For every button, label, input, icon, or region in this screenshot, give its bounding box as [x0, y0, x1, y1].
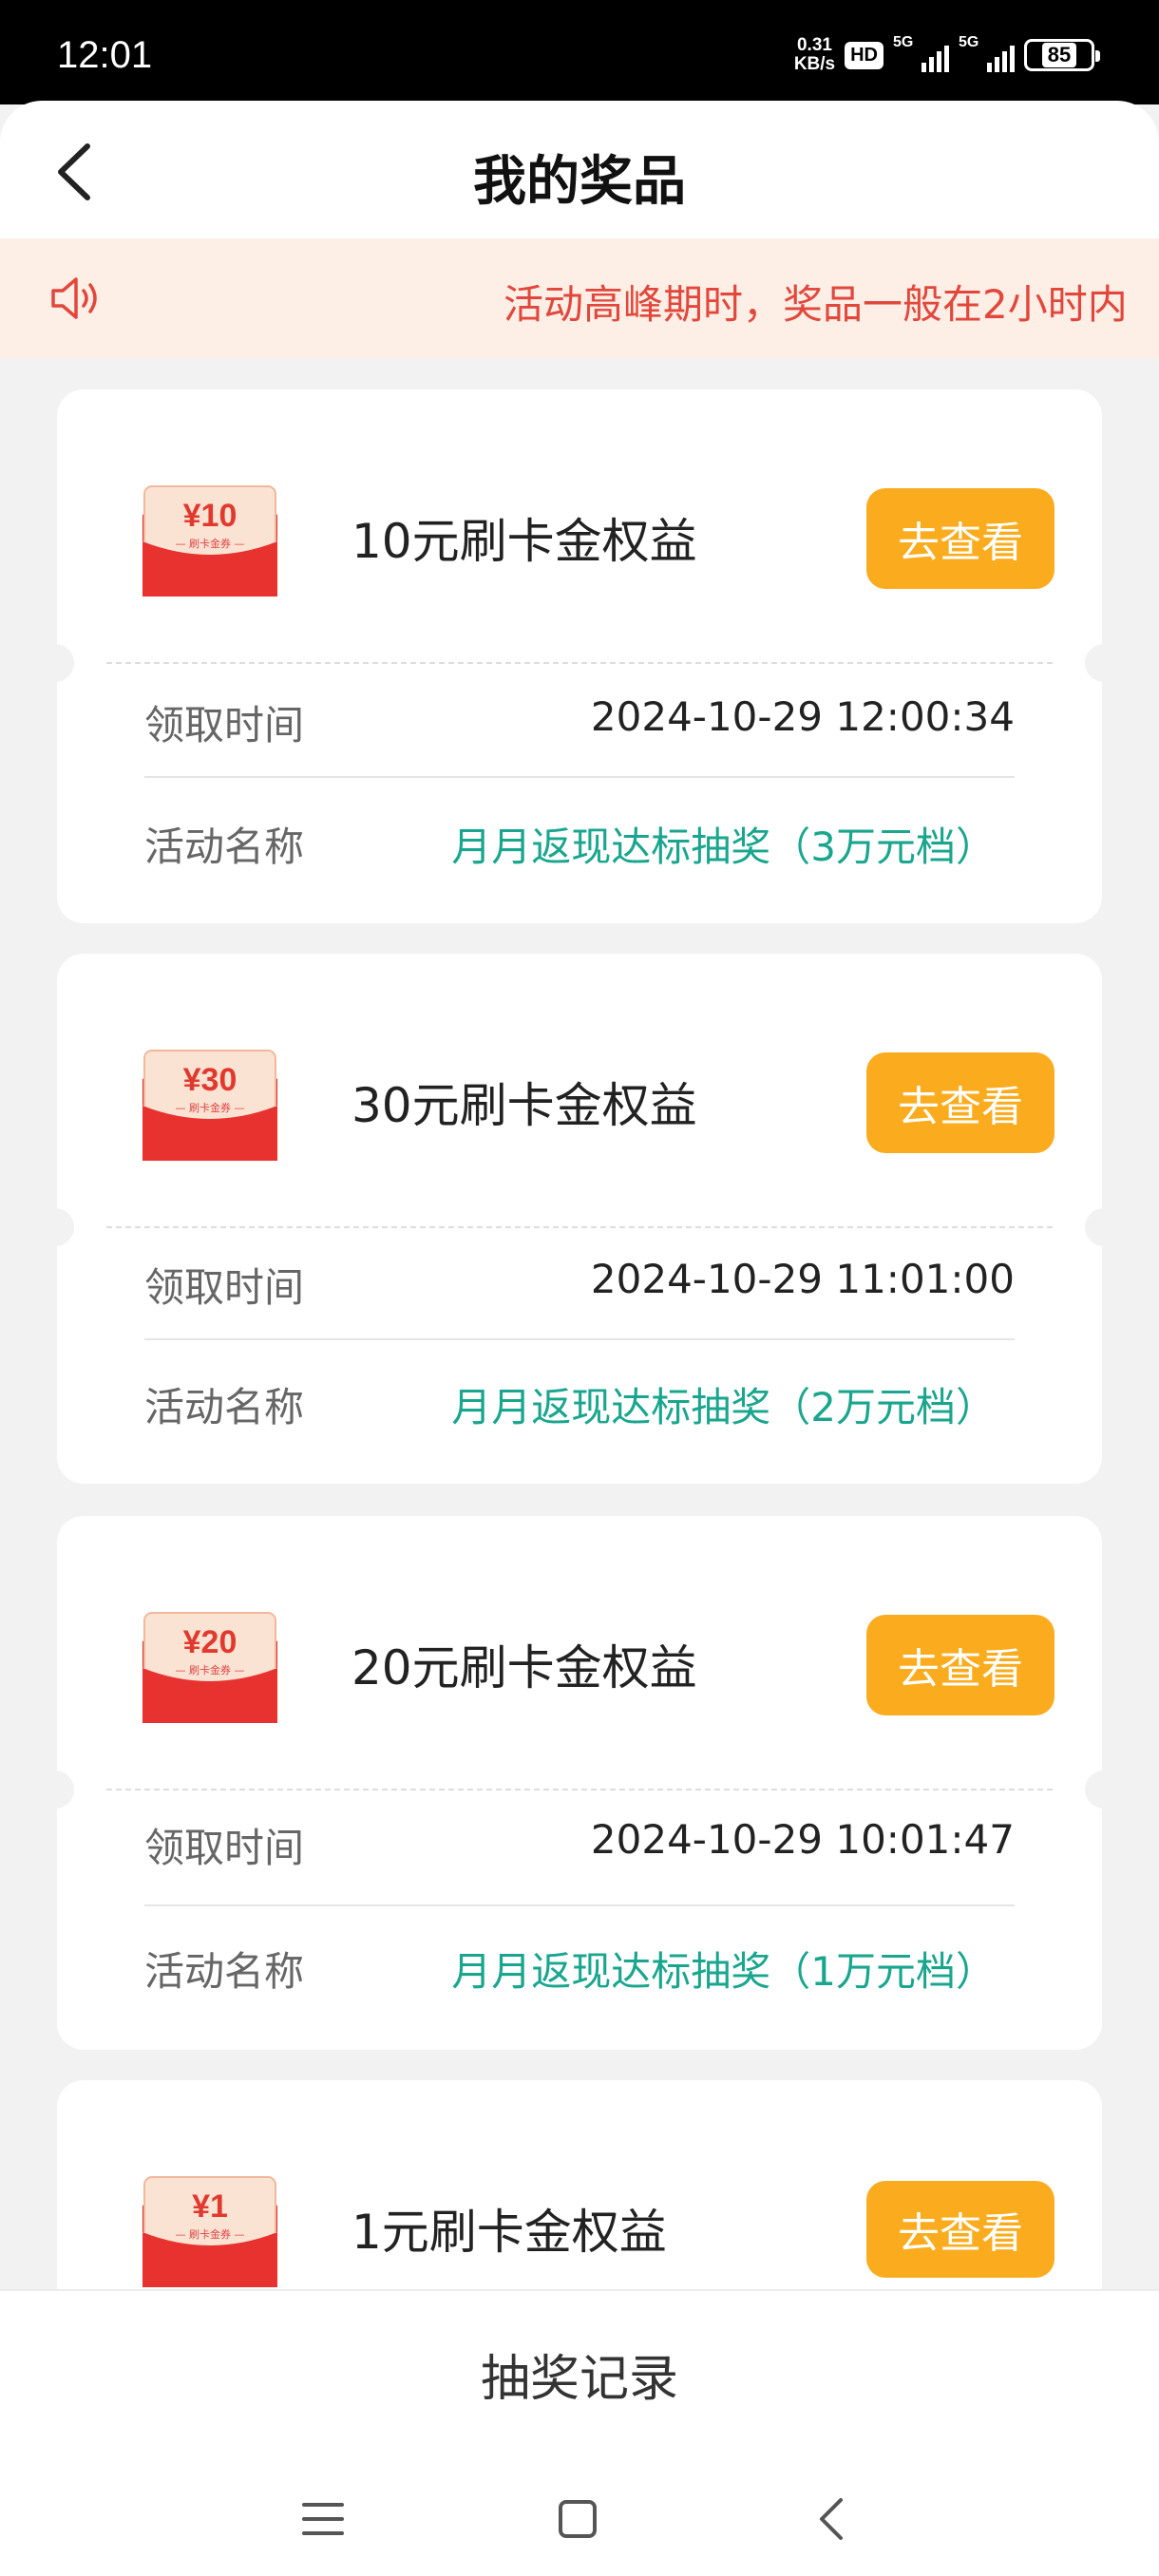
receive-time-value: 2024-10-29 12:00:34: [590, 693, 1015, 740]
activity-name-value: 月月返现达标抽奖（1万元档）: [451, 1948, 996, 1995]
coupon-caption: — 刷卡金券 —: [176, 2227, 245, 2241]
prize-name: 30元刷卡金权益: [352, 1078, 697, 1133]
receive-time-value: 2024-10-29 10:01:47: [590, 1816, 1015, 1863]
status-bar: 12:01 0.31 KB/s HD 5G 5G 85: [0, 0, 1159, 104]
coupon-icon: ¥1 — 刷卡金券 —: [142, 2176, 277, 2287]
menu-icon[interactable]: [285, 2481, 361, 2557]
view-prize-button[interactable]: 去查看: [866, 488, 1054, 589]
receive-time-label: 领取时间: [144, 1264, 305, 1311]
coupon-amount: ¥30: [183, 1062, 238, 1098]
home-square-icon[interactable]: [540, 2481, 616, 2557]
notice-text: 活动高峰期时，奖品一般在2小时内: [504, 281, 1128, 328]
notice-banner: 活动高峰期时，奖品一般在2小时内: [0, 238, 1159, 358]
activity-name-value: 月月返现达标抽奖（3万元档）: [451, 824, 996, 870]
battery-icon: 85: [1024, 39, 1100, 71]
activity-name-label: 活动名称: [144, 824, 305, 870]
status-time: 12:01: [57, 34, 153, 76]
receive-time-label: 领取时间: [144, 702, 305, 748]
receive-time-label: 领取时间: [144, 1825, 305, 1871]
view-prize-button[interactable]: 去查看: [866, 2181, 1054, 2278]
back-chevron-icon[interactable]: [792, 2481, 868, 2557]
coupon-icon: ¥10 — 刷卡金券 —: [142, 485, 277, 597]
view-prize-button[interactable]: 去查看: [866, 1052, 1054, 1153]
signal-label: 5G: [959, 34, 979, 50]
net-speed-unit: KB/s: [793, 54, 836, 74]
coupon-caption: — 刷卡金券 —: [176, 1101, 245, 1114]
prize-name: 20元刷卡金权益: [352, 1640, 697, 1695]
activity-name-value: 月月返现达标抽奖（2万元档）: [451, 1384, 996, 1430]
coupon-caption: — 刷卡金券 —: [176, 537, 245, 550]
activity-name-label: 活动名称: [144, 1948, 305, 1995]
net-speed-value: 0.31: [796, 35, 832, 55]
coupon-amount: ¥1: [192, 2188, 228, 2225]
status-icons: 0.31 KB/s HD 5G 5G 85: [794, 34, 1100, 74]
view-prize-button[interactable]: 去查看: [866, 1615, 1054, 1715]
header: 我的奖品: [0, 101, 1159, 238]
coupon-icon: ¥30 — 刷卡金券 —: [142, 1050, 277, 1161]
prize-card: ¥10 — 刷卡金券 — 10元刷卡金权益 去查看 领取时间 2024-10-2…: [36, 389, 1123, 923]
prize-card: ¥20 — 刷卡金券 — 20元刷卡金权益 去查看 领取时间 2024-10-2…: [36, 1516, 1123, 2050]
speaker-icon: [51, 277, 97, 319]
signal-label: 5G: [893, 34, 914, 50]
signal-icon: 5G: [893, 34, 949, 72]
signal-icon: 5G: [959, 34, 1015, 72]
lottery-records-link[interactable]: 抽奖记录: [0, 2339, 1159, 2410]
coupon-amount: ¥10: [183, 498, 238, 534]
prize-name: 10元刷卡金权益: [352, 514, 697, 569]
network-speed: 0.31 KB/s: [794, 36, 835, 74]
battery-level: 85: [1041, 43, 1077, 67]
prize-name: 1元刷卡金权益: [352, 2205, 667, 2260]
page-title: 我的奖品: [473, 151, 686, 213]
coupon-caption: — 刷卡金券 —: [176, 1663, 245, 1676]
activity-name-label: 活动名称: [144, 1384, 305, 1430]
system-nav-bar: [0, 2481, 1159, 2557]
coupon-icon: ¥20 — 刷卡金券 —: [142, 1612, 277, 1723]
prize-card: ¥30 — 刷卡金券 — 30元刷卡金权益 去查看 领取时间 2024-10-2…: [36, 954, 1123, 1484]
bottom-bar: 抽奖记录: [0, 2289, 1159, 2576]
hd-icon: HD: [845, 41, 884, 69]
receive-time-value: 2024-10-29 11:01:00: [590, 1256, 1015, 1302]
coupon-amount: ¥20: [183, 1624, 238, 1660]
